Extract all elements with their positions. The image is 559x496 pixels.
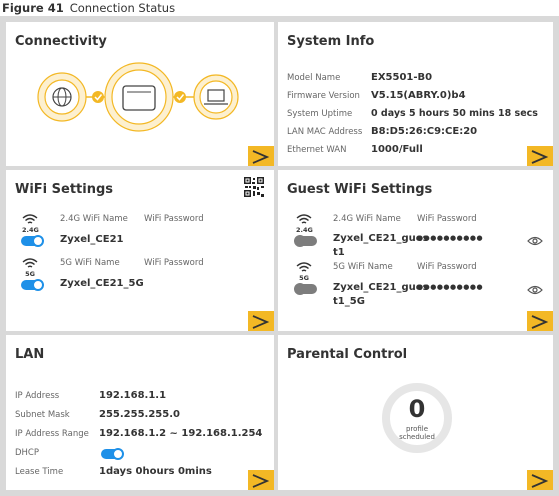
ip-address-value: 192.168.1.1 [99, 390, 167, 401]
wifi-5g-name-label: 5G WiFi Name [60, 258, 120, 268]
chevron-right-icon [531, 315, 549, 329]
connectivity-more-button[interactable] [248, 146, 274, 166]
chevron-right-icon [252, 315, 270, 329]
lan-card: LAN IP Address 192.168.1.1 Subnet Mask 2… [6, 335, 274, 490]
figure-title: Connection Status [69, 1, 176, 15]
globe-icon [37, 72, 87, 122]
check-icon [92, 91, 104, 103]
wifi-24g-name-label: 2.4G WiFi Name [60, 214, 128, 224]
guest-5g-toggle[interactable] [294, 283, 317, 295]
guest-5g-password: ●●●●●●●●●● [417, 283, 484, 291]
wifi-icon [296, 214, 312, 224]
guest-24g-name-label: 2.4G WiFi Name [333, 214, 401, 224]
ethernet-wan-value: 1000/Full [371, 144, 423, 155]
model-name-value: EX5501-B0 [371, 72, 433, 83]
wifi-settings-card: WiFi Settings 2.4G 2.4G WiFi Name WiFi P… [6, 170, 274, 331]
ip-address-label: IP Address [15, 391, 60, 401]
guest-wifi-title: Guest WiFi Settings [287, 182, 433, 197]
wifi-settings-title: WiFi Settings [15, 182, 114, 197]
wifi-5g-password-label: WiFi Password [144, 258, 204, 268]
firmware-version-value: V5.15(ABRY.0)b4 [371, 90, 466, 101]
system-info-title: System Info [287, 34, 375, 49]
profile-count-label-line1: profile [405, 425, 429, 433]
guest-24g-toggle[interactable] [294, 235, 317, 247]
parental-control-more-button[interactable] [527, 470, 553, 490]
chevron-right-icon [252, 150, 270, 164]
eye-icon[interactable] [527, 236, 543, 246]
chevron-right-icon [531, 474, 549, 488]
chevron-right-icon [531, 150, 549, 164]
ip-range-value: 192.168.1.2 ~ 192.168.1.254 [99, 428, 263, 439]
lan-title: LAN [15, 347, 45, 362]
band-label: 2.4G [22, 226, 39, 234]
guest-24g-password-label: WiFi Password [417, 214, 477, 224]
subnet-mask-value: 255.255.255.0 [99, 409, 180, 420]
dhcp-toggle[interactable] [101, 448, 124, 460]
subnet-mask-label: Subnet Mask [15, 410, 70, 420]
model-name-label: Model Name [287, 73, 341, 83]
eye-icon[interactable] [527, 285, 543, 295]
figure-label: Figure 41 [2, 1, 64, 15]
system-info-card: System Info Model Name EX5501-B0 Firmwar… [278, 22, 553, 166]
guest-5g-password-label: WiFi Password [417, 262, 477, 272]
dhcp-label: DHCP [15, 448, 39, 458]
band-label: 5G [299, 274, 309, 282]
guest-5g-name-label: 5G WiFi Name [333, 262, 393, 272]
guest-wifi-card: Guest WiFi Settings 2.4G 2.4G WiFi Name … [278, 170, 553, 331]
connectivity-card: Connectivity [6, 22, 274, 166]
lease-time-value: 1days 0hours 0mins [99, 466, 212, 477]
profile-count-label-line2: scheduled [399, 433, 435, 441]
connectivity-diagram [37, 62, 239, 132]
system-uptime-value: 0 days 5 hours 50 mins 18 secs [371, 108, 538, 119]
system-uptime-label: System Uptime [287, 109, 353, 119]
wifi-5g-ssid: Zyxel_CE21_5G [60, 278, 144, 289]
firmware-version-label: Firmware Version [287, 91, 360, 101]
lease-time-label: Lease Time [15, 467, 64, 477]
band-label: 5G [25, 270, 35, 278]
wifi-icon [22, 258, 38, 268]
wifi-settings-more-button[interactable] [248, 311, 274, 331]
parental-control-title: Parental Control [287, 347, 408, 362]
chevron-right-icon [252, 474, 270, 488]
check-icon [174, 91, 186, 103]
guest-24g-password: ●●●●●●●●●● [417, 234, 484, 242]
band-label: 2.4G [296, 226, 313, 234]
router-icon [104, 62, 174, 132]
guest-5g-ssid-line2: t1_5G [333, 296, 365, 307]
guest-5g-ssid-line1: Zyxel_CE21_gues [333, 282, 429, 293]
lan-mac-value: B8:D5:26:C9:CE:20 [371, 126, 478, 137]
ip-range-label: IP Address Range [15, 429, 89, 439]
lan-more-button[interactable] [248, 470, 274, 490]
guest-24g-ssid-line2: t1 [333, 247, 345, 258]
wifi-24g-password-label: WiFi Password [144, 214, 204, 224]
ethernet-wan-label: Ethernet WAN [287, 145, 347, 155]
wifi-24g-ssid: Zyxel_CE21 [60, 234, 124, 245]
laptop-icon [193, 74, 239, 120]
profile-count-ring: 0 profile scheduled [382, 383, 452, 453]
profile-count: 0 [408, 395, 426, 423]
guest-wifi-more-button[interactable] [527, 311, 553, 331]
wifi-icon [22, 214, 38, 224]
lan-mac-label: LAN MAC Address [287, 127, 363, 137]
dashboard: Connectivity System Info Model Name EX55… [0, 16, 559, 496]
wifi-24g-toggle[interactable] [21, 235, 44, 247]
wifi-5g-toggle[interactable] [21, 279, 44, 291]
figure-caption: Figure 41 Connection Status [2, 1, 175, 15]
parental-control-card: Parental Control 0 profile scheduled [278, 335, 553, 490]
wifi-icon [296, 262, 312, 272]
system-info-more-button[interactable] [527, 146, 553, 166]
qr-code-icon[interactable] [243, 176, 265, 198]
guest-24g-ssid-line1: Zyxel_CE21_gues [333, 233, 429, 244]
